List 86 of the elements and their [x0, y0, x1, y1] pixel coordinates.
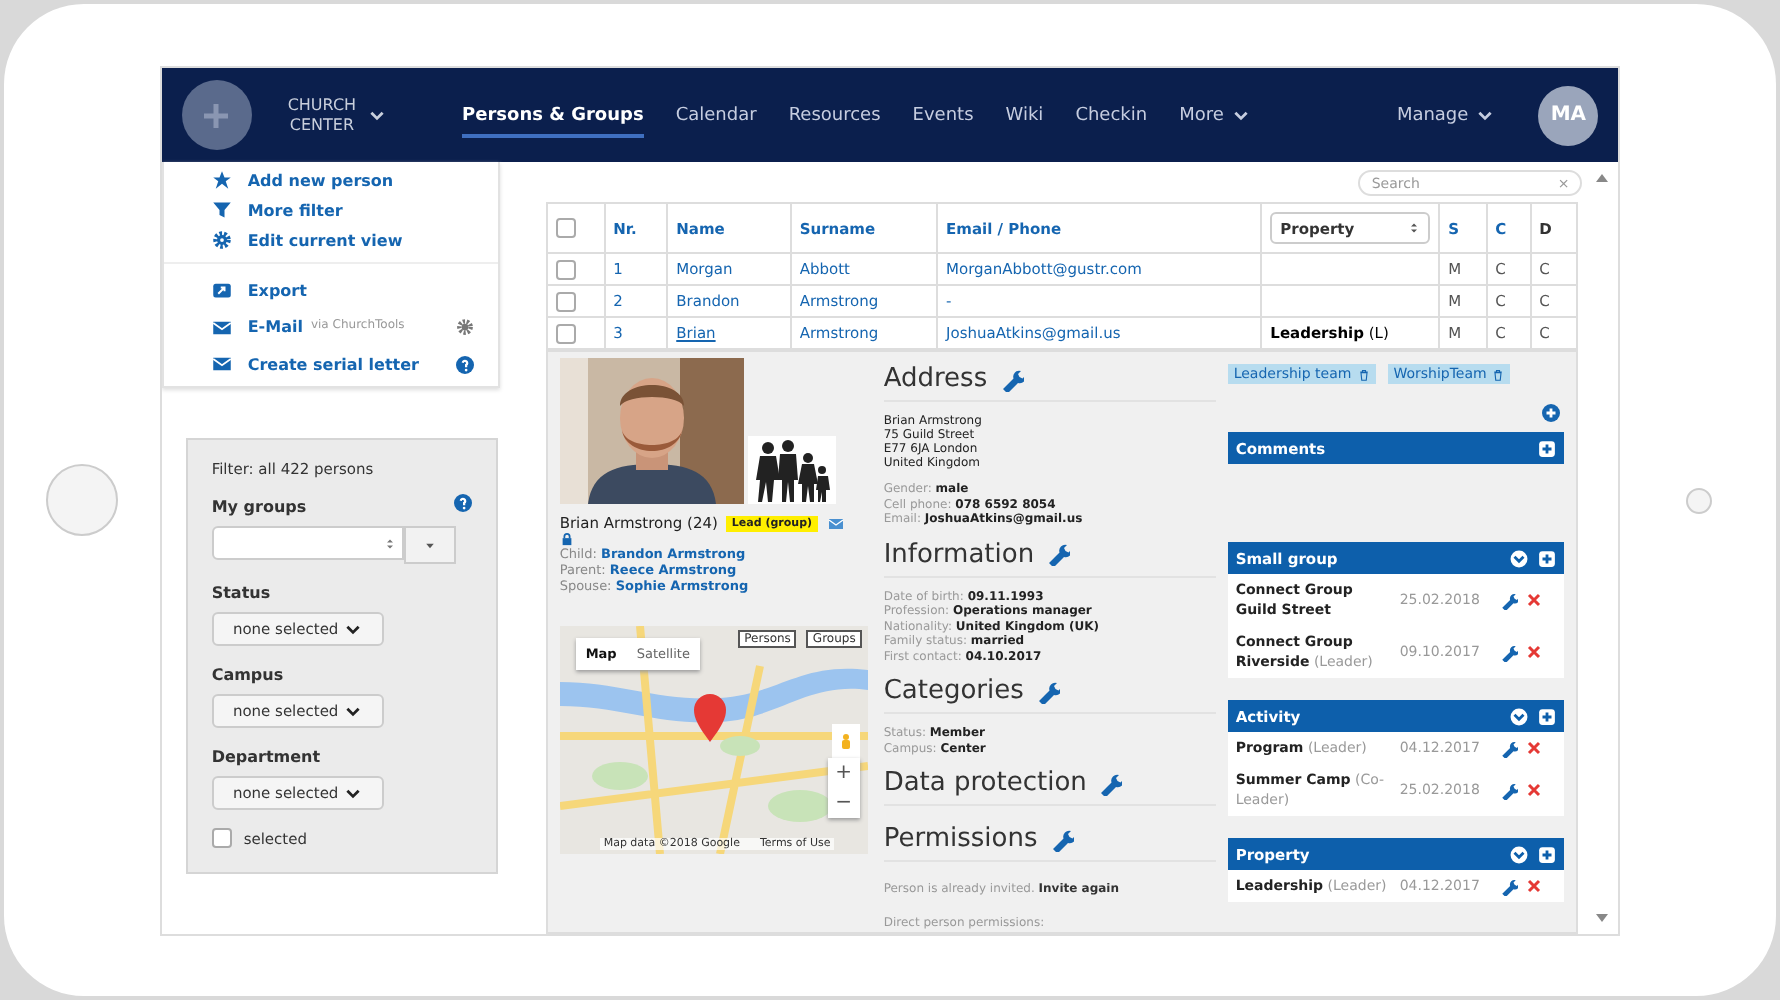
field-label: Department: [211, 748, 323, 766]
delete-icon: [1525, 782, 1542, 798]
field-label: Campus: [211, 666, 286, 684]
wrench-icon: [1499, 739, 1518, 757]
delete-icon: [1525, 592, 1542, 608]
zoom-button[interactable]: +: [827, 758, 860, 788]
nav-tab[interactable]: Wiki: [989, 75, 1060, 155]
add-icon: [1537, 707, 1556, 725]
action-link[interactable]: Create serial letter: [247, 355, 419, 373]
sort-icon: [1408, 220, 1421, 236]
row-checkbox[interactable]: [555, 259, 576, 279]
chevron-down-icon: [344, 620, 363, 638]
action-link[interactable]: Export: [247, 281, 307, 299]
trash-icon: [1492, 367, 1505, 381]
delete-icon: [1525, 644, 1542, 660]
select-all-checkbox[interactable]: [555, 218, 576, 238]
scroll-down-icon: [1593, 910, 1610, 926]
family-icon: [747, 436, 836, 504]
trash-icon: [1357, 367, 1370, 381]
section-title: Information: [883, 539, 1035, 569]
groups-field[interactable]: [211, 526, 404, 560]
section-title: Permissions: [883, 824, 1038, 854]
action-link[interactable]: Edit current view: [247, 231, 403, 249]
help-icon: [455, 355, 474, 373]
wrench-icon: [1035, 679, 1060, 703]
pegman-icon: [837, 730, 854, 754]
chevron-down-icon: [1231, 106, 1250, 124]
action-link[interactable]: E-Mail: [247, 318, 303, 336]
caret-icon: [423, 539, 436, 551]
filter-icon: [211, 200, 232, 220]
settings-icon: [455, 318, 474, 336]
wrench-icon: [999, 367, 1024, 391]
nav-tab[interactable]: Checkin: [1059, 75, 1164, 155]
manage-menu[interactable]: Manage: [1380, 75, 1511, 155]
gear-icon: [211, 230, 232, 250]
add-icon: [1537, 439, 1556, 457]
sort-icon: [383, 535, 396, 551]
zoom-button[interactable]: −: [827, 788, 860, 818]
wrench-icon: [1098, 771, 1123, 795]
nav-tab[interactable]: Resources: [772, 75, 897, 155]
field-label: My groups: [211, 498, 307, 516]
logo-icon[interactable]: [181, 80, 252, 150]
envelope-icon: [826, 515, 847, 531]
help-icon: [453, 493, 472, 511]
row-checkbox[interactable]: [555, 323, 576, 343]
chevron-down-icon: [344, 784, 363, 802]
home-button[interactable]: [45, 464, 118, 536]
collapse-icon: [1509, 707, 1528, 725]
wrench-icon: [1049, 827, 1074, 851]
brand-name: CHURCH: [287, 95, 357, 115]
nav-tab[interactable]: Events: [896, 75, 990, 155]
wrench-icon: [1499, 643, 1518, 661]
nav-tab[interactable]: Calendar: [659, 75, 773, 155]
wrench-icon: [1046, 542, 1071, 566]
section-title: Categories: [883, 676, 1024, 706]
section-title: Data protection: [883, 768, 1087, 798]
action-link[interactable]: More filter: [247, 201, 343, 219]
envelope-icon: [211, 354, 232, 374]
add-icon: [1541, 404, 1560, 422]
scroll-up-icon: [1593, 170, 1610, 186]
field-label: Status: [211, 584, 273, 602]
chevron-down-icon: [368, 106, 387, 124]
star-icon: [211, 170, 232, 190]
collapse-icon: [1509, 549, 1528, 567]
envelope-icon: [211, 317, 232, 337]
checkbox[interactable]: [211, 828, 232, 848]
wrench-icon: [1499, 877, 1518, 895]
groups-dropdown-button[interactable]: [403, 526, 456, 564]
lock-icon: [559, 532, 574, 546]
delete-icon: [1525, 878, 1542, 894]
delete-icon: [1525, 740, 1542, 756]
add-icon: [1537, 845, 1556, 863]
wrench-icon: [1499, 591, 1518, 609]
export-icon: [211, 280, 232, 300]
chevron-down-icon: [1476, 106, 1495, 124]
collapse-icon: [1509, 845, 1528, 863]
row-checkbox[interactable]: [555, 291, 576, 311]
chevron-down-icon: [344, 702, 363, 720]
camera-dot: [1685, 487, 1712, 513]
action-link[interactable]: Add new person: [247, 171, 394, 189]
add-icon: [1537, 549, 1556, 567]
nav-tab[interactable]: Persons & Groups: [462, 93, 644, 137]
wrench-icon: [1499, 781, 1518, 799]
brand-name: CENTER: [287, 115, 356, 135]
section-title: Address: [883, 364, 988, 394]
nav-tab[interactable]: More: [1163, 75, 1266, 155]
